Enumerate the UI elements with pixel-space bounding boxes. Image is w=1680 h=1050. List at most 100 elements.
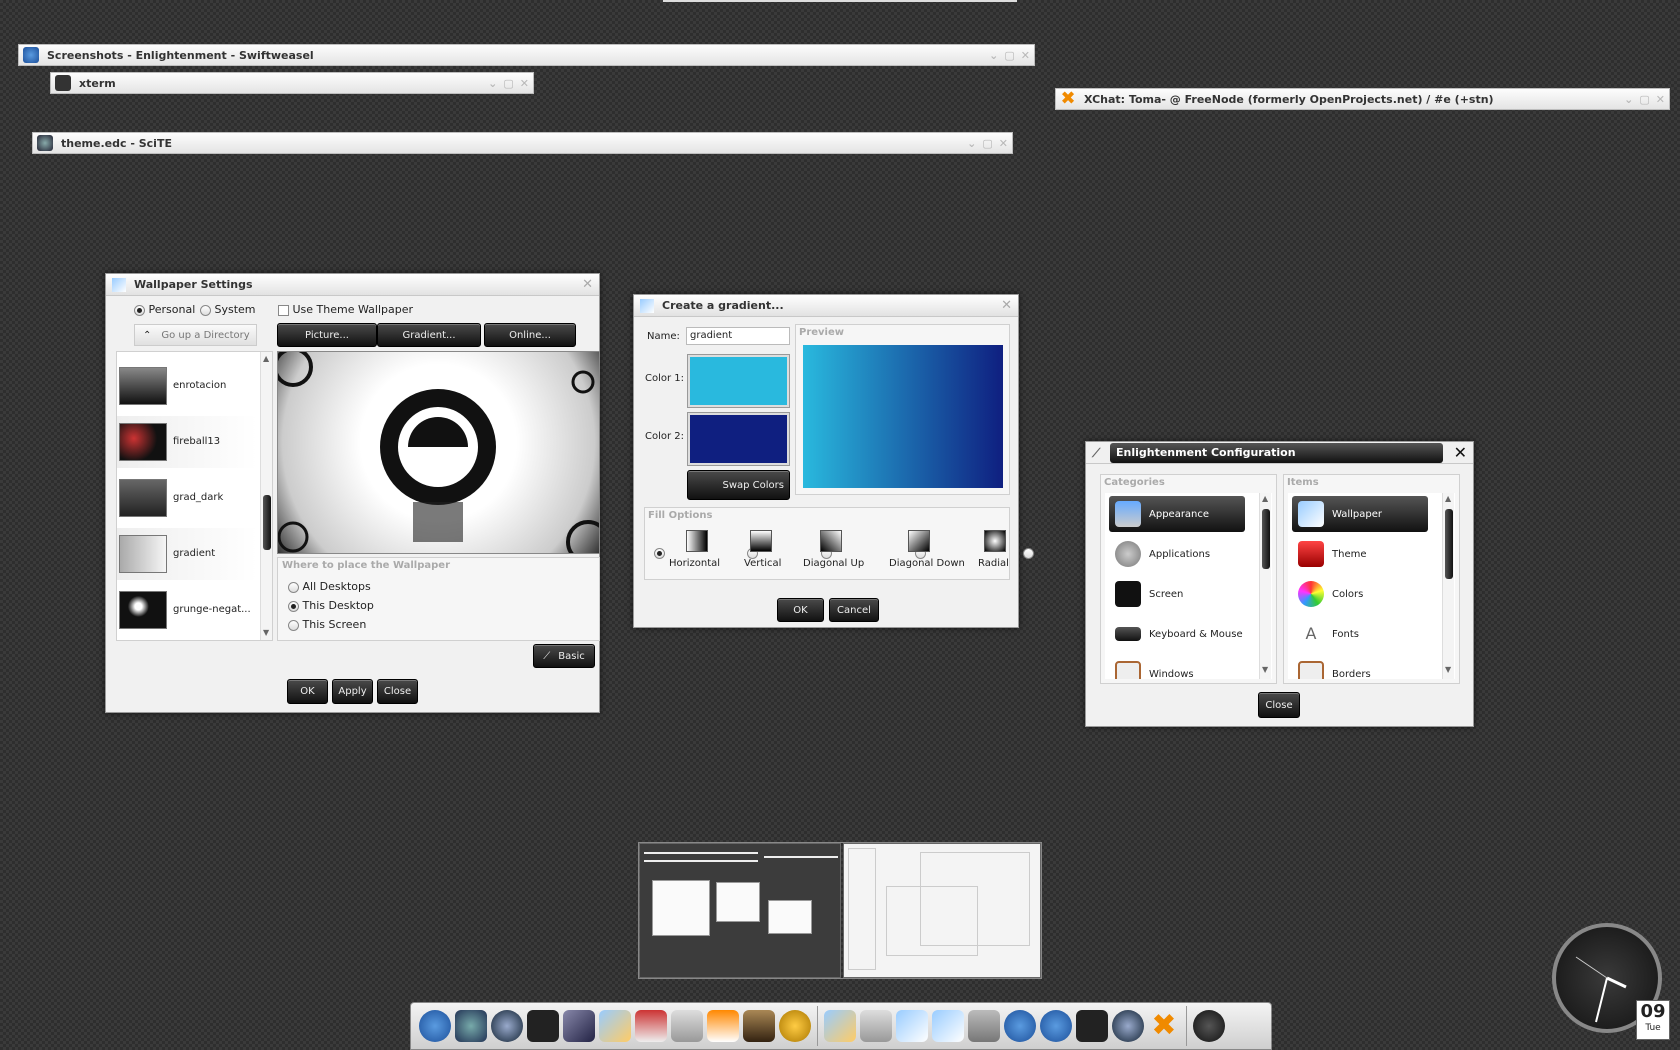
list-item[interactable]: gradient bbox=[117, 528, 257, 580]
globe-icon[interactable] bbox=[491, 1010, 523, 1042]
item-fonts[interactable]: A Fonts bbox=[1292, 616, 1428, 652]
maximize-icon[interactable]: ▢ bbox=[503, 77, 513, 90]
pager[interactable] bbox=[638, 842, 1042, 979]
close-button[interactable]: Close bbox=[377, 679, 418, 704]
chevron-down-icon[interactable]: ⌄ bbox=[967, 137, 976, 150]
fill-radial-radio[interactable] bbox=[1023, 547, 1034, 559]
title-bar[interactable]: ⟋ Enlightenment Configuration ✕ bbox=[1086, 442, 1473, 464]
firefox-icon[interactable] bbox=[1004, 1010, 1036, 1042]
pidgin-icon[interactable] bbox=[455, 1010, 487, 1042]
color2-swatch[interactable] bbox=[687, 412, 790, 466]
items-scrollbar[interactable]: ▲ ▼ bbox=[1442, 493, 1454, 679]
maximize-icon[interactable]: ▢ bbox=[982, 137, 992, 150]
folder-icon[interactable] bbox=[860, 1010, 892, 1042]
pager-desk-1[interactable] bbox=[639, 843, 841, 978]
title-bar[interactable]: Wallpaper Settings ✕ bbox=[106, 274, 599, 296]
chevron-down-icon[interactable]: ⌄ bbox=[989, 49, 998, 62]
swap-colors-button[interactable]: Swap Colors bbox=[687, 470, 790, 500]
item-borders[interactable]: Borders bbox=[1292, 656, 1428, 679]
image-viewer-icon[interactable] bbox=[824, 1010, 856, 1042]
online-button[interactable]: Online... bbox=[484, 323, 576, 347]
chevron-down-icon[interactable]: ⌄ bbox=[488, 77, 497, 90]
shaded-window-browser[interactable]: Screenshots - Enlightenment - Swiftwease… bbox=[18, 44, 1035, 66]
install-icon[interactable] bbox=[635, 1010, 667, 1042]
calendar-gadget[interactable]: 09 Tue bbox=[1636, 1000, 1670, 1040]
personal-radio[interactable]: Personal bbox=[134, 303, 195, 316]
close-icon[interactable]: ✕ bbox=[1021, 49, 1030, 62]
gradient-icon bbox=[640, 298, 654, 313]
wallpaper-list[interactable]: enrotacion fireball13 grad_dark gradient… bbox=[116, 351, 273, 641]
close-icon[interactable]: ✕ bbox=[582, 277, 593, 292]
scroll-thumb[interactable] bbox=[263, 495, 271, 550]
wrench-icon[interactable] bbox=[968, 1010, 1000, 1042]
e-config-window: ⟋ Enlightenment Configuration ✕ Categori… bbox=[1085, 441, 1474, 727]
terminal-icon[interactable] bbox=[527, 1010, 559, 1042]
apply-button[interactable]: Apply bbox=[332, 679, 373, 704]
firefox-icon[interactable] bbox=[419, 1010, 451, 1042]
image-viewer-icon[interactable] bbox=[599, 1010, 631, 1042]
list-item[interactable]: enrotacion bbox=[117, 360, 257, 412]
maximize-icon[interactable]: ▢ bbox=[1004, 49, 1014, 62]
item-wallpaper[interactable]: Wallpaper bbox=[1292, 496, 1428, 532]
window-thumb bbox=[886, 886, 978, 956]
ok-button[interactable]: OK bbox=[777, 598, 824, 622]
globe-icon[interactable] bbox=[1112, 1010, 1144, 1042]
pager-desk-2[interactable] bbox=[843, 843, 1041, 978]
item-theme[interactable]: Theme bbox=[1292, 536, 1428, 572]
close-icon[interactable]: ✕ bbox=[999, 137, 1008, 150]
close-icon[interactable]: ✕ bbox=[1656, 93, 1665, 106]
shaded-window-xchat[interactable]: ✖ XChat: Toma- @ FreeNode (formerly Open… bbox=[1055, 88, 1670, 110]
category-windows[interactable]: Windows bbox=[1109, 656, 1245, 679]
name-input[interactable]: gradient bbox=[686, 327, 790, 345]
category-applications[interactable]: Applications bbox=[1109, 536, 1245, 572]
categories-label: Categories bbox=[1104, 477, 1165, 488]
list-scrollbar[interactable]: ▲ ▼ bbox=[260, 352, 272, 640]
wallpaper-icon[interactable] bbox=[896, 1010, 928, 1042]
vlc-icon[interactable] bbox=[707, 1010, 739, 1042]
folder-icon[interactable] bbox=[671, 1010, 703, 1042]
picture-button[interactable]: Picture... bbox=[277, 323, 377, 347]
close-button[interactable]: Close bbox=[1258, 692, 1300, 718]
wallpaper-icon[interactable] bbox=[932, 1010, 964, 1042]
shaded-window-xterm[interactable]: xterm ⌄ ▢ ✕ bbox=[50, 72, 534, 94]
item-colors[interactable]: Colors bbox=[1292, 576, 1428, 612]
categories-scrollbar[interactable]: ▲ ▼ bbox=[1259, 493, 1271, 679]
shaded-window-scite[interactable]: theme.edc - SciTE ⌄ ▢ ✕ bbox=[32, 132, 1013, 154]
chat-icon[interactable] bbox=[779, 1010, 811, 1042]
list-item[interactable]: grad_dark bbox=[117, 472, 257, 524]
scroll-thumb[interactable] bbox=[1445, 509, 1453, 579]
maximize-icon[interactable]: ▢ bbox=[1639, 93, 1649, 106]
firefox-icon[interactable] bbox=[1040, 1010, 1072, 1042]
font-icon: A bbox=[1305, 624, 1317, 643]
close-icon[interactable]: ✕ bbox=[520, 77, 529, 90]
categories-list[interactable]: Appearance Applications Screen Keyboard … bbox=[1105, 493, 1272, 679]
xchat-icon[interactable]: ✖ bbox=[1148, 1010, 1180, 1042]
music-icon[interactable] bbox=[743, 1010, 775, 1042]
gradient-button[interactable]: Gradient... bbox=[377, 323, 481, 347]
go-up-button[interactable]: ⌃ Go up a Directory bbox=[134, 324, 257, 346]
clock-icon[interactable] bbox=[1193, 1010, 1225, 1042]
editor-icon[interactable] bbox=[563, 1010, 595, 1042]
category-keyboard-mouse[interactable]: Keyboard & Mouse bbox=[1109, 616, 1245, 652]
items-list[interactable]: Wallpaper Theme Colors A Fonts Borders ▲ … bbox=[1288, 493, 1455, 679]
this-screen-radio[interactable]: This Screen bbox=[288, 618, 366, 631]
all-desktops-radio[interactable]: All Desktops bbox=[288, 580, 371, 593]
close-icon[interactable]: ✕ bbox=[1001, 298, 1012, 313]
list-item[interactable]: fireball13 bbox=[117, 416, 257, 468]
category-appearance[interactable]: Appearance bbox=[1109, 496, 1245, 532]
close-icon[interactable]: ✕ bbox=[1454, 443, 1467, 462]
use-theme-checkbox[interactable]: Use Theme Wallpaper bbox=[278, 303, 413, 316]
ok-button[interactable]: OK bbox=[287, 679, 328, 704]
chevron-down-icon[interactable]: ⌄ bbox=[1624, 93, 1633, 106]
color1-swatch[interactable] bbox=[687, 354, 790, 408]
fill-horizontal-radio[interactable] bbox=[654, 547, 665, 559]
system-radio[interactable]: System bbox=[200, 303, 256, 316]
terminal-icon[interactable] bbox=[1076, 1010, 1108, 1042]
scroll-thumb[interactable] bbox=[1262, 509, 1270, 569]
this-desktop-radio[interactable]: This Desktop bbox=[288, 599, 374, 612]
list-item[interactable]: grunge-negat... bbox=[117, 584, 257, 636]
basic-button[interactable]: ⟋ Basic bbox=[533, 644, 595, 668]
title-bar[interactable]: Create a gradient... ✕ bbox=[634, 295, 1018, 317]
category-screen[interactable]: Screen bbox=[1109, 576, 1245, 612]
cancel-button[interactable]: Cancel bbox=[829, 598, 879, 622]
